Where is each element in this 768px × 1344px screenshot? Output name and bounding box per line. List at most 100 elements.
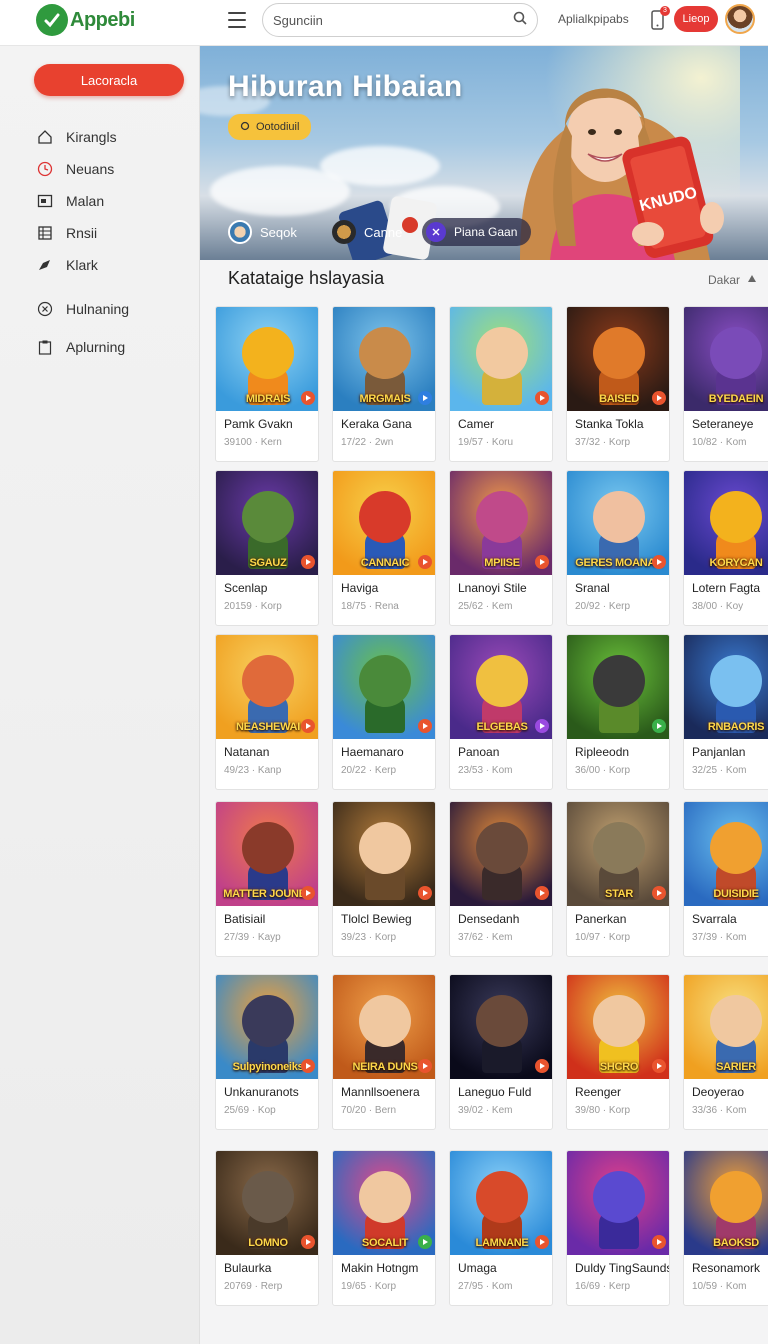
game-card[interactable]: SHCRO Reenger 39/80 · Korp	[566, 974, 670, 1130]
game-card[interactable]: Camer 19/57 · Koru	[449, 306, 553, 462]
sidebar-cta-button[interactable]: Lacoracla	[34, 64, 184, 96]
game-card[interactable]: Ripleeodn 36/00 · Korp	[566, 634, 670, 790]
game-thumbnail[interactable]	[567, 1151, 669, 1255]
play-icon[interactable]	[535, 1235, 549, 1249]
hero-badge[interactable]: Ootodiuil	[228, 114, 312, 140]
play-icon[interactable]	[418, 555, 432, 569]
game-thumbnail[interactable]	[333, 635, 435, 739]
play-icon[interactable]	[652, 1059, 666, 1073]
search-icon[interactable]	[513, 11, 527, 30]
game-card[interactable]: Tlolcl Bewieg 39/23 · Korp	[332, 801, 436, 957]
game-card[interactable]: LOMNO Bulaurka 20769 · Rerp	[215, 1150, 319, 1306]
play-icon[interactable]	[418, 886, 432, 900]
game-card[interactable]: DUISIDIE Svarrala 37/39 · Kom	[683, 801, 768, 957]
play-icon[interactable]	[535, 886, 549, 900]
game-thumbnail[interactable]	[333, 802, 435, 906]
game-thumbnail[interactable]: CANNAIC	[333, 471, 435, 575]
sidebar-item-rnsii[interactable]: Rnsii	[36, 224, 186, 242]
game-thumbnail[interactable]: MIDRAIS	[216, 307, 318, 411]
sidebar-item-aplurning[interactable]: Aplurning	[36, 338, 186, 356]
game-card[interactable]: Duldy TingSaunds 16/69 · Kerp	[566, 1150, 670, 1306]
play-icon[interactable]	[652, 886, 666, 900]
game-card[interactable]: Densedanh 37/62 · Kem	[449, 801, 553, 957]
sidebar-item-klark[interactable]: Klark	[36, 256, 186, 274]
game-thumbnail[interactable]: MATTER JOUNES	[216, 802, 318, 906]
game-thumbnail[interactable]: LAMNANE	[450, 1151, 552, 1255]
play-icon[interactable]	[652, 1235, 666, 1249]
game-card[interactable]: MIDRAIS Pamk Gvakn 39100 · Kern	[215, 306, 319, 462]
game-thumbnail[interactable]: NEASHEWAI	[216, 635, 318, 739]
game-thumbnail[interactable]: LOMNO	[216, 1151, 318, 1255]
game-thumbnail[interactable]	[450, 975, 552, 1079]
hero-chip-seqok[interactable]: Seqok	[228, 218, 297, 246]
play-icon[interactable]	[418, 391, 432, 405]
game-thumbnail[interactable]: SHCRO	[567, 975, 669, 1079]
game-card[interactable]: LAMNANE Umaga 27/95 · Kom	[449, 1150, 553, 1306]
game-thumbnail[interactable]	[450, 307, 552, 411]
hero-chip-piana-gaan[interactable]: Piana Gaan	[422, 218, 532, 246]
play-icon[interactable]	[301, 719, 315, 733]
sidebar-item-malan[interactable]: Malan	[36, 192, 186, 210]
game-card[interactable]: CANNAIC Haviga 18/75 · Rena	[332, 470, 436, 626]
game-thumbnail[interactable]: SGAUZ	[216, 471, 318, 575]
play-icon[interactable]	[652, 555, 666, 569]
play-icon[interactable]	[301, 391, 315, 405]
game-card[interactable]: GERES MOANAN Sranal 20/92 · Kerp	[566, 470, 670, 626]
hero-banner[interactable]: KNUDO Hiburan Hibaian Ootodiuil Seqok Ca…	[200, 46, 768, 260]
game-thumbnail[interactable]	[450, 802, 552, 906]
play-icon[interactable]	[418, 1235, 432, 1249]
play-icon[interactable]	[652, 719, 666, 733]
play-icon[interactable]	[301, 1059, 315, 1073]
play-icon[interactable]	[301, 555, 315, 569]
game-card[interactable]: Haemanaro 20/22 · Kerp	[332, 634, 436, 790]
play-icon[interactable]	[535, 391, 549, 405]
game-card[interactable]: Sulpyinoneiks Unkanuranots 25/69 · Kop	[215, 974, 319, 1130]
play-icon[interactable]	[652, 391, 666, 405]
play-icon[interactable]	[535, 555, 549, 569]
sidebar-item-hulnaning[interactable]: Hulnaning	[36, 300, 186, 318]
game-thumbnail[interactable]: ELGEBAS	[450, 635, 552, 739]
apps-link[interactable]: Aplialkpipabs	[558, 12, 629, 26]
game-card[interactable]: SGAUZ Scenlap 20159 · Korp	[215, 470, 319, 626]
game-card[interactable]: NEASHEWAI Natanan 49/23 · Kanp	[215, 634, 319, 790]
game-thumbnail[interactable]	[567, 635, 669, 739]
game-card[interactable]: ELGEBAS Panoan 23/53 · Kom	[449, 634, 553, 790]
play-icon[interactable]	[301, 886, 315, 900]
game-thumbnail[interactable]: SOCALIT	[333, 1151, 435, 1255]
game-card[interactable]: RNBAORIS Panjanlan 32/25 · Kom	[683, 634, 768, 790]
game-thumbnail[interactable]: BAOKSD	[684, 1151, 768, 1255]
game-card[interactable]: BYEDAEIN Seteraneye 10/82 · Kom	[683, 306, 768, 462]
game-card[interactable]: KORYCAN Lotern Fagta 38/00 · Koy	[683, 470, 768, 626]
section-more-link[interactable]: Dakar	[708, 272, 758, 287]
user-avatar[interactable]	[725, 4, 755, 34]
game-card[interactable]: MPIISE Lnanoyi Stile 25/62 · Kem	[449, 470, 553, 626]
game-card[interactable]: Laneguo Fuld 39/02 · Kem	[449, 974, 553, 1130]
sidebar-item-kirangls[interactable]: Kirangls	[36, 128, 186, 146]
game-thumbnail[interactable]: BAISED	[567, 307, 669, 411]
play-icon[interactable]	[301, 1235, 315, 1249]
play-icon[interactable]	[535, 1059, 549, 1073]
login-button[interactable]: Lieop	[674, 6, 718, 32]
game-thumbnail[interactable]: GERES MOANAN	[567, 471, 669, 575]
play-icon[interactable]	[418, 1059, 432, 1073]
game-thumbnail[interactable]: STAR	[567, 802, 669, 906]
play-icon[interactable]	[418, 719, 432, 733]
game-thumbnail[interactable]: MPIISE	[450, 471, 552, 575]
search-bar[interactable]	[262, 3, 538, 37]
hero-chip-canne[interactable]: Canne	[332, 218, 402, 246]
game-card[interactable]: MRGMAIS Keraka Gana 17/22 · 2wn	[332, 306, 436, 462]
game-thumbnail[interactable]: SARIER	[684, 975, 768, 1079]
game-card[interactable]: BAOKSD Resonamork 10/59 · Kom	[683, 1150, 768, 1306]
game-thumbnail[interactable]: NEIRA DUNS	[333, 975, 435, 1079]
game-card[interactable]: STAR Panerkan 10/97 · Korp	[566, 801, 670, 957]
game-thumbnail[interactable]: KORYCAN	[684, 471, 768, 575]
game-card[interactable]: BAISED Stanka Tokla 37/32 · Korp	[566, 306, 670, 462]
game-thumbnail[interactable]: BYEDAEIN	[684, 307, 768, 411]
game-thumbnail[interactable]: Sulpyinoneiks	[216, 975, 318, 1079]
game-thumbnail[interactable]: RNBAORIS	[684, 635, 768, 739]
app-logo[interactable]: Appebi	[36, 4, 135, 36]
menu-icon[interactable]	[228, 12, 246, 28]
search-input[interactable]	[273, 12, 513, 28]
game-thumbnail[interactable]: MRGMAIS	[333, 307, 435, 411]
game-card[interactable]: SOCALIT Makin Hotngm 19/65 · Korp	[332, 1150, 436, 1306]
